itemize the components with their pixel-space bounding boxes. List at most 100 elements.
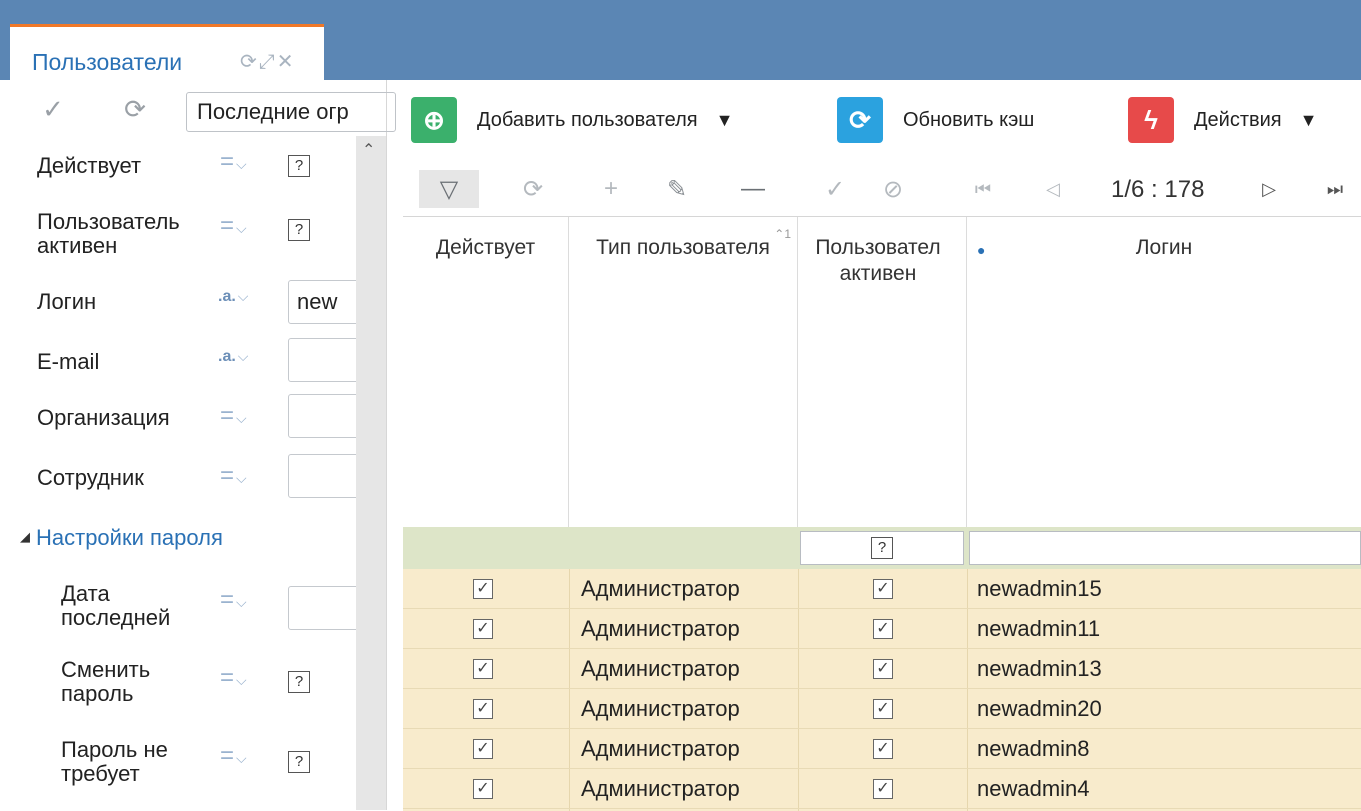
column-header-login[interactable]: ● Логин (967, 217, 1361, 527)
user-type-cell: Администратор (581, 576, 740, 601)
grid-filter-row: ? (403, 527, 1361, 569)
active-checkbox[interactable]: ✓ (473, 579, 493, 599)
table-row[interactable]: ✓ Администратор ✓ newadmin11 (403, 609, 1361, 649)
table-row[interactable]: ✓ Администратор ✓ newadmin4 (403, 769, 1361, 809)
user-type-cell: Администратор (581, 736, 740, 761)
next-page-icon[interactable]: ▷ (1249, 170, 1289, 208)
chevron-down-icon: ⌵ (236, 156, 247, 172)
column-header-user-type[interactable]: Тип пользователя ⌃1 (569, 217, 798, 527)
login-cell: newadmin8 (977, 736, 1090, 761)
tab-expand-icon[interactable]: ⤢ (259, 51, 277, 73)
filter-preset-select[interactable]: Последние огр (186, 92, 396, 132)
grid-toolbar: ▽ ⟳ + ✎ — ✓ ⊘ ⏮ ◁ 1/6 : 178 ▷ ⏭ (403, 162, 1361, 216)
filter-label: E-mail (37, 349, 100, 374)
save-check-icon[interactable]: ✓ (815, 170, 855, 208)
login-filter-cell[interactable] (969, 531, 1361, 565)
filter-toolbar: ✓ ⟳ Последние огр (0, 80, 396, 136)
last-page-icon[interactable]: ⏭ (1315, 170, 1355, 208)
column-header-user-active[interactable]: Пользовател активен (798, 217, 967, 527)
collapse-triangle-icon[interactable]: ◢ (20, 529, 30, 544)
operator-dropdown[interactable]: = ⌵ (220, 212, 247, 240)
active-checkbox[interactable]: ✓ (473, 739, 493, 759)
cancel-icon[interactable]: ⊘ (873, 170, 913, 208)
apply-check-icon[interactable]: ✓ (38, 92, 68, 126)
refresh-cache-button[interactable]: ⟳ Обновить кэш (837, 94, 1034, 146)
chevron-down-icon: ⌵ (236, 220, 247, 236)
chevron-down-icon: ⌵ (236, 594, 247, 610)
operator-dropdown[interactable]: = ⌵ (220, 402, 247, 430)
chevron-down-icon: ⌵ (237, 288, 249, 304)
user-active-checkbox[interactable]: ✓ (873, 619, 893, 639)
filter-funnel-icon[interactable]: ▽ (419, 170, 479, 208)
filter-label: Сменить пароль (61, 657, 151, 706)
refresh-icon[interactable]: ⟳ (513, 170, 553, 208)
add-user-button[interactable]: ⊕ Добавить пользователя ▼ (411, 94, 733, 146)
delete-row-icon[interactable]: — (733, 170, 773, 208)
active-checkbox[interactable]: ✓ (473, 619, 493, 639)
column-header-active[interactable]: Действует (403, 217, 569, 527)
table-row[interactable]: ✓ Администратор ✓ newadmin8 (403, 729, 1361, 769)
operator-dropdown[interactable]: = ⌵ (220, 664, 247, 692)
pager-position: 1/6 : 178 (1111, 176, 1205, 203)
operator-dropdown[interactable]: = ⌵ (220, 742, 247, 770)
actions-lightning-icon: ϟ (1128, 97, 1174, 143)
tab-title: Пользователи (32, 49, 183, 75)
dropdown-arrow-icon[interactable]: ▼ (1300, 110, 1318, 131)
column-dot-icon: ● (977, 242, 986, 258)
filter-panel: ✓ ⟳ Последние огр Действует = ⌵ ? Пользов… (0, 80, 396, 810)
chevron-down-icon: ⌵ (236, 410, 247, 426)
tab-close-icon[interactable]: ✕ (277, 51, 296, 73)
prev-page-icon[interactable]: ◁ (1033, 170, 1073, 208)
operator-dropdown[interactable]: = ⌵ (220, 462, 247, 490)
filter-label: Дата последней (61, 581, 171, 630)
user-active-checkbox[interactable]: ✓ (873, 659, 893, 679)
first-page-icon[interactable]: ⏮ (963, 170, 1003, 208)
operator-dropdown[interactable]: = ⌵ (220, 586, 247, 614)
login-cell: newadmin13 (977, 656, 1102, 681)
actions-button[interactable]: ϟ Действия ▼ (1128, 94, 1317, 146)
filter-label: Сотрудник (37, 465, 144, 490)
user-type-cell: Администратор (581, 656, 740, 681)
grid-body: ✓ Администратор ✓ newadmin15 ✓ Администр… (403, 569, 1361, 811)
users-table: Действует Тип пользователя ⌃1 Пользовате… (403, 216, 1361, 811)
table-row[interactable]: ✓ Администратор ✓ newadmin13 (403, 649, 1361, 689)
user-active-checkbox[interactable]: ✓ (873, 779, 893, 799)
user-active-filter-cell[interactable]: ? (800, 531, 964, 565)
tab-refresh-icon[interactable]: ⟳ (240, 51, 259, 73)
table-row[interactable]: ✓ Администратор ✓ newadmin15 (403, 569, 1361, 609)
chevron-down-icon: ⌵ (237, 348, 249, 364)
reset-refresh-icon[interactable]: ⟳ (118, 92, 152, 126)
filter-label: Пользователь активен (37, 209, 180, 258)
chevron-down-icon: ⌵ (236, 672, 247, 688)
user-type-cell: Администратор (581, 696, 740, 721)
filter-scrollbar[interactable]: ⌃ (356, 136, 386, 810)
tab-users[interactable]: Пользователи ⟳⤢✕ (10, 24, 324, 80)
operator-dropdown[interactable]: .a. ⌵ (218, 348, 248, 366)
table-row[interactable]: ✓ Администратор ✓ newadmin20 (403, 689, 1361, 729)
active-checkbox[interactable]: ✓ (473, 779, 493, 799)
filter-label: Действует (37, 153, 142, 178)
chevron-down-icon: ⌵ (236, 750, 247, 766)
operator-dropdown[interactable]: .a. ⌵ (218, 288, 248, 306)
login-cell: newadmin20 (977, 696, 1102, 721)
edit-pen-icon[interactable]: ✎ (657, 170, 697, 208)
operator-dropdown[interactable]: = ⌵ (220, 148, 247, 176)
user-active-checkbox[interactable]: ✓ (873, 579, 893, 599)
refresh-cache-icon: ⟳ (837, 97, 883, 143)
filter-label: Логин (37, 289, 97, 314)
users-grid-panel: ⊕ Добавить пользователя ▼ ⟳ Обновить кэш… (403, 80, 1361, 811)
dropdown-arrow-icon[interactable]: ▼ (716, 110, 734, 131)
user-type-cell: Администратор (581, 616, 740, 641)
filter-label: Пароль не требует (61, 737, 168, 786)
active-checkbox[interactable]: ✓ (473, 659, 493, 679)
add-row-icon[interactable]: + (591, 170, 631, 208)
active-checkbox[interactable]: ✓ (473, 699, 493, 719)
login-cell: newadmin11 (977, 616, 1101, 641)
user-type-cell: Администратор (581, 776, 740, 801)
chevron-down-icon: ⌵ (236, 470, 247, 486)
password-settings-section[interactable]: ◢ Настройки пароля (20, 525, 223, 551)
user-active-checkbox[interactable]: ✓ (873, 699, 893, 719)
scroll-up-icon[interactable]: ⌃ (362, 140, 375, 160)
user-active-checkbox[interactable]: ✓ (873, 739, 893, 759)
sort-indicator-icon: ⌃1 (774, 227, 791, 241)
